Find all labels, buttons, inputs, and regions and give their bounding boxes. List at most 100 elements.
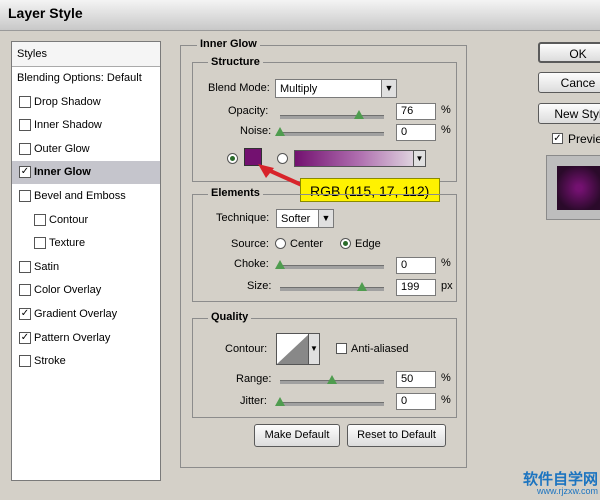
- style-label: Inner Glow: [34, 166, 91, 179]
- styles-header-label: Styles: [17, 48, 47, 60]
- anti-aliased-label[interactable]: Anti-aliased: [351, 343, 408, 355]
- source-edge-label[interactable]: Edge: [355, 238, 381, 250]
- style-checkbox[interactable]: [19, 284, 31, 297]
- styles-list-item[interactable]: Color Overlay: [12, 279, 160, 302]
- style-checkbox[interactable]: ✓: [19, 166, 31, 179]
- preview-thumbnail: [546, 155, 600, 220]
- chevron-down-icon: ▼: [381, 80, 396, 97]
- style-checkbox[interactable]: [34, 213, 46, 226]
- style-checkbox[interactable]: [19, 142, 31, 155]
- source-center-label[interactable]: Center: [290, 238, 323, 250]
- opacity-label: Opacity:: [228, 105, 269, 117]
- watermark-url: www.rjzxw.com: [536, 486, 598, 496]
- watermark-logo: 软件自学网 www.rjzxw.com: [480, 468, 598, 498]
- styles-list-item[interactable]: Blending Options: Default: [12, 67, 160, 90]
- chevron-down-icon: ▼: [308, 334, 319, 364]
- technique-value: Softer: [281, 213, 311, 225]
- choke-label: Choke:: [234, 258, 269, 270]
- style-label: Drop Shadow: [34, 95, 101, 108]
- style-checkbox[interactable]: [34, 237, 46, 250]
- jitter-slider-track[interactable]: [280, 402, 384, 406]
- noise-input[interactable]: 0: [396, 124, 436, 141]
- style-label: Blending Options: Default: [17, 72, 142, 84]
- opacity-slider-track[interactable]: [280, 115, 384, 119]
- contour-picker[interactable]: ▼: [276, 333, 320, 365]
- noise-slider-track[interactable]: [280, 132, 384, 136]
- styles-list-item[interactable]: Satin: [12, 256, 160, 279]
- choke-slider-track[interactable]: [280, 265, 384, 269]
- blend-mode-value: Multiply: [280, 83, 318, 95]
- size-input[interactable]: 199: [396, 279, 436, 296]
- size-slider-track[interactable]: [280, 287, 384, 291]
- style-checkbox[interactable]: ✓: [19, 308, 31, 320]
- style-label: Contour: [49, 213, 89, 226]
- preview-checkbox[interactable]: ✓: [552, 133, 563, 144]
- preview-swatch: [557, 166, 600, 210]
- choke-slider-thumb[interactable]: [275, 260, 285, 269]
- new-style-button[interactable]: New Styl: [538, 103, 600, 124]
- style-checkbox[interactable]: ✓: [19, 331, 31, 344]
- styles-list-item[interactable]: Contour: [12, 209, 160, 232]
- styles-list-item[interactable]: Inner Shadow: [12, 114, 160, 137]
- styles-list-item[interactable]: ✓ Inner Glow: [12, 161, 160, 185]
- jitter-slider-thumb[interactable]: [275, 397, 285, 406]
- make-default-label: Make Default: [264, 429, 330, 441]
- style-label: Bevel and Emboss: [34, 190, 126, 202]
- style-label: Pattern Overlay: [34, 331, 111, 344]
- source-edge-radio[interactable]: [340, 238, 351, 249]
- reset-default-button[interactable]: Reset to Default: [347, 424, 446, 447]
- styles-list-item[interactable]: ✓ Pattern Overlay: [12, 327, 160, 350]
- ok-button[interactable]: OK: [538, 42, 600, 63]
- technique-label: Technique:: [216, 212, 270, 224]
- style-label: Stroke: [34, 355, 66, 368]
- inner-glow-title: Inner Glow: [197, 38, 260, 50]
- blend-mode-label: Blend Mode:: [208, 82, 270, 94]
- gradient-picker[interactable]: ▼: [294, 150, 426, 167]
- new-style-label: New Styl: [554, 107, 600, 121]
- technique-select[interactable]: Softer ▼: [276, 209, 334, 228]
- styles-list-item[interactable]: Bevel and Emboss: [12, 185, 160, 208]
- jitter-percent: %: [441, 394, 451, 406]
- styles-list-item[interactable]: Outer Glow: [12, 138, 160, 161]
- opacity-input[interactable]: 76: [396, 103, 436, 120]
- styles-list-item[interactable]: Drop Shadow: [12, 91, 160, 114]
- noise-percent: %: [441, 124, 451, 136]
- cancel-button[interactable]: Cance: [538, 72, 600, 93]
- noise-label: Noise:: [240, 125, 272, 137]
- style-checkbox[interactable]: [19, 119, 31, 132]
- styles-list-item[interactable]: ✓ Gradient Overlay: [12, 303, 160, 326]
- range-label: Range:: [236, 373, 272, 385]
- style-label: Satin: [34, 260, 60, 273]
- source-label: Source:: [231, 238, 269, 250]
- range-slider-thumb[interactable]: [327, 375, 337, 384]
- jitter-input[interactable]: 0: [396, 393, 436, 410]
- style-checkbox[interactable]: [19, 95, 31, 108]
- anti-aliased-checkbox[interactable]: [336, 343, 347, 354]
- size-slider-thumb[interactable]: [357, 282, 368, 291]
- blend-mode-select[interactable]: Multiply ▼: [275, 79, 397, 98]
- styles-list-header[interactable]: Styles: [12, 42, 160, 67]
- range-percent: %: [441, 372, 451, 384]
- opacity-slider-thumb[interactable]: [354, 110, 365, 119]
- choke-percent: %: [441, 257, 451, 269]
- make-default-button[interactable]: Make Default: [254, 424, 340, 447]
- reset-default-label: Reset to Default: [357, 429, 436, 441]
- range-input[interactable]: 50: [396, 371, 436, 388]
- solid-color-radio[interactable]: [227, 153, 238, 164]
- choke-input[interactable]: 0: [396, 257, 436, 274]
- size-label: Size:: [247, 280, 272, 292]
- style-label: Outer Glow: [34, 142, 90, 155]
- noise-slider-thumb[interactable]: [275, 127, 285, 136]
- style-checkbox[interactable]: [19, 190, 31, 202]
- preview-label[interactable]: Previe: [568, 132, 600, 146]
- jitter-label: Jitter:: [240, 395, 267, 407]
- quality-title: Quality: [208, 311, 252, 323]
- style-checkbox[interactable]: [19, 260, 31, 273]
- window-title: Layer Style: [8, 5, 83, 21]
- source-center-radio[interactable]: [275, 238, 286, 249]
- styles-list-item[interactable]: Texture: [12, 232, 160, 255]
- style-label: Color Overlay: [34, 284, 102, 297]
- contour-label: Contour:: [225, 343, 268, 355]
- styles-list-item[interactable]: Stroke: [12, 350, 160, 373]
- style-checkbox[interactable]: [19, 355, 31, 368]
